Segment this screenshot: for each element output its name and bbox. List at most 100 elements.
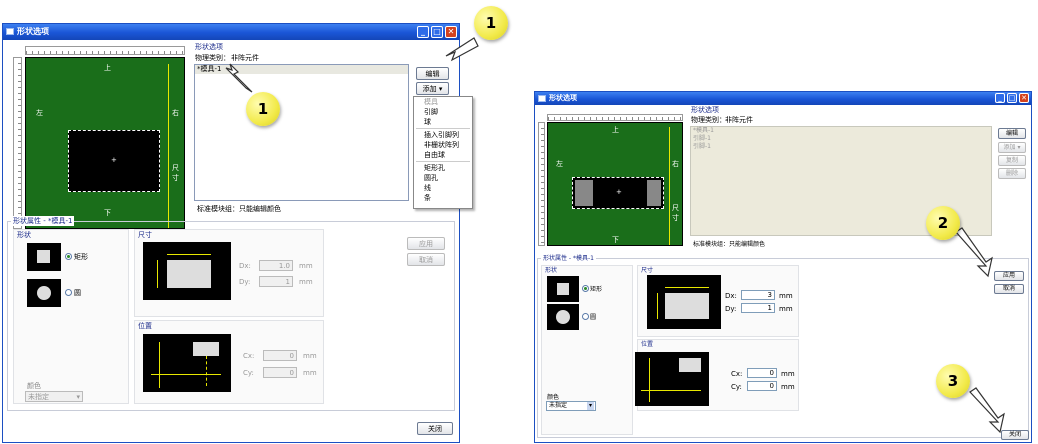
color-select[interactable]: 未指定 ▾	[25, 391, 83, 402]
chevron-down-icon: ▾	[76, 393, 80, 401]
canvas-bottom-label: 下	[104, 209, 111, 217]
preview-canvas[interactable]: 上 下 左 右 尺寸 +	[547, 122, 683, 246]
cy-label: Cy:	[243, 369, 254, 377]
cx-label: Cx:	[243, 352, 255, 360]
properties-label: 形状属性 - *模具-1	[541, 253, 596, 262]
shape-group-label: 形状	[17, 231, 31, 239]
maximize-icon[interactable]: □	[1007, 93, 1017, 103]
cx-input[interactable]: 0	[747, 368, 777, 378]
position-group-label: 位置	[138, 322, 152, 330]
pin-right[interactable]	[647, 180, 661, 206]
dx-label: Dx:	[239, 262, 251, 270]
menu-item-ball[interactable]: 球	[414, 117, 472, 127]
color-label: 颜色	[27, 382, 41, 390]
menu-item-non-grid-array[interactable]: 非栅状阵列	[414, 140, 472, 150]
origin-cross-icon: +	[111, 156, 117, 164]
apply-button[interactable]: 应用	[407, 237, 445, 250]
copy-button[interactable]: 复制	[998, 155, 1026, 166]
cy-input[interactable]: 0	[747, 381, 777, 391]
rect-shape-icon[interactable]	[27, 243, 61, 271]
menu-item-rect-hole[interactable]: 矩形孔	[414, 163, 472, 173]
preview-canvas[interactable]: 上 下 左 右 尺寸 +	[25, 57, 185, 229]
hint-text: 标准模块组：只能编辑颜色	[693, 241, 766, 248]
category-label: 物理类别：	[691, 116, 726, 124]
maximize-icon[interactable]: □	[431, 26, 443, 38]
window-title: 形状选项	[549, 94, 577, 102]
color-select[interactable]: 未指定 ▾	[546, 401, 596, 411]
close-button[interactable]: 关闭	[1001, 430, 1029, 440]
canvas-left-label: 左	[556, 160, 563, 168]
horizontal-ruler	[547, 114, 683, 121]
shape-group-label: 形状	[545, 267, 558, 274]
title-bar[interactable]: 形状选项 _ □ ✕	[535, 92, 1031, 105]
callout-2: 2	[926, 206, 960, 240]
close-icon[interactable]: ✕	[445, 26, 457, 38]
dx-unit: mm	[299, 262, 313, 270]
list-item[interactable]: 引脚-1	[691, 135, 991, 143]
menu-item-line[interactable]: 线	[414, 183, 472, 193]
shape-list[interactable]: *模具-1	[194, 64, 409, 201]
position-diagram	[143, 334, 231, 392]
dx-input[interactable]: 3	[741, 290, 775, 300]
origin-cross-icon: +	[616, 188, 622, 196]
circle-shape-icon[interactable]	[547, 304, 579, 330]
list-item[interactable]: *模具-1	[691, 127, 991, 135]
color-label: 颜色	[547, 394, 560, 401]
cx-input[interactable]: 0	[263, 350, 297, 361]
delete-button[interactable]: 删除	[998, 168, 1026, 179]
dy-input[interactable]: 1	[741, 303, 775, 313]
add-button[interactable]: 添加 ▾	[998, 142, 1026, 153]
menu-item-pin[interactable]: 引脚	[414, 107, 472, 117]
horizontal-ruler	[25, 46, 185, 55]
position-group-label: 位置	[641, 341, 654, 348]
minimize-icon[interactable]: _	[995, 93, 1005, 103]
menu-item-insert-pin-row[interactable]: 插入引脚列	[414, 130, 472, 140]
window-icon	[538, 95, 546, 102]
menu-item-round-hole[interactable]: 圆孔	[414, 173, 472, 183]
edit-button[interactable]: 编辑	[416, 67, 449, 80]
dx-input[interactable]: 1.0	[259, 260, 293, 271]
window-icon	[6, 28, 14, 35]
shape-options-label: 形状选项	[691, 106, 719, 114]
title-bar[interactable]: 形状选项 _ □ ✕	[3, 24, 459, 40]
canvas-left-label: 左	[36, 109, 43, 117]
minimize-icon[interactable]: _	[417, 26, 429, 38]
canvas-right-label: 右	[672, 160, 679, 168]
cy-unit: mm	[303, 369, 317, 377]
list-item[interactable]: 引脚-1	[691, 143, 991, 151]
circle-radio[interactable]	[582, 313, 589, 320]
menu-item-free-ball[interactable]: 自由球	[414, 150, 472, 160]
add-button[interactable]: 添加 ▾	[416, 82, 449, 95]
dy-unit: mm	[779, 305, 793, 313]
rect-radio[interactable]	[582, 285, 589, 292]
callout-1-top: 1	[474, 6, 508, 40]
cancel-button[interactable]: 取消	[994, 284, 1024, 294]
close-icon[interactable]: ✕	[1019, 93, 1029, 103]
pin-left[interactable]	[575, 180, 593, 206]
cancel-button[interactable]: 取消	[407, 253, 445, 266]
shape-options-label: 形状选项	[195, 43, 223, 51]
rect-radio[interactable]	[65, 253, 72, 260]
close-button[interactable]: 关闭	[417, 422, 453, 435]
circle-label: 圆	[74, 289, 81, 297]
canvas-right-label: 右	[172, 109, 179, 117]
edit-button[interactable]: 编辑	[998, 128, 1026, 139]
menu-item-die[interactable]: 模具	[414, 97, 472, 107]
size-diagram	[143, 242, 231, 300]
shape-options-window-1: 形状选项 _ □ ✕ 上 下 左 右 尺寸 + 形状选项 物理类别： 非阵元件 …	[2, 23, 473, 443]
cy-input[interactable]: 0	[263, 367, 297, 378]
circle-label: 圆	[590, 314, 597, 321]
list-item[interactable]: *模具-1	[195, 65, 408, 74]
dx-unit: mm	[779, 292, 793, 300]
circle-radio[interactable]	[65, 289, 72, 296]
rect-shape-icon[interactable]	[547, 276, 579, 302]
size-diagram	[647, 275, 721, 329]
canvas-bottom-label: 下	[612, 236, 619, 244]
callout-1-middle: 1	[246, 92, 280, 126]
canvas-dimension-label: 尺寸	[172, 164, 179, 182]
vertical-ruler	[13, 57, 22, 229]
circle-shape-icon[interactable]	[27, 279, 61, 307]
dy-input[interactable]: 1	[259, 276, 293, 287]
apply-button[interactable]: 应用	[994, 271, 1024, 281]
menu-item-bar[interactable]: 条	[414, 193, 472, 203]
